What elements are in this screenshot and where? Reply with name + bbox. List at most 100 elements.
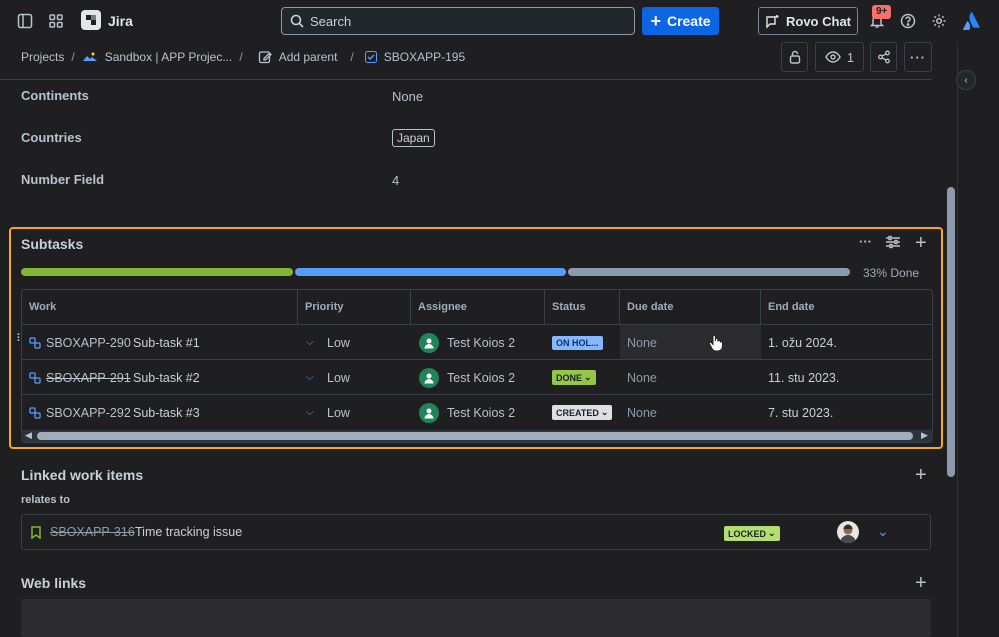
subtask-summary[interactable]: Sub-task #3 <box>133 395 200 430</box>
status-badge[interactable]: CREATED ⌄ <box>552 405 613 420</box>
rovo-chat-label: Rovo Chat <box>786 13 851 29</box>
subtask-summary[interactable]: Sub-task #2 <box>133 360 200 395</box>
assignee-cell[interactable]: Test Koios 2 <box>419 360 515 395</box>
subtask-priority[interactable]: Low <box>327 360 350 395</box>
project-avatar-icon <box>81 50 98 64</box>
status-badge[interactable]: DONE ⌄ <box>552 370 596 385</box>
subtask-key[interactable]: SBOXAPP-291 <box>46 360 131 395</box>
subtasks-more-icon[interactable]: ··· <box>859 234 872 249</box>
avatar <box>419 332 439 353</box>
field-label-number-field: Number Field <box>21 172 105 187</box>
field-value-continents[interactable]: None <box>392 89 423 104</box>
column-header-priority[interactable]: Priority <box>298 290 411 324</box>
drag-handle-icon[interactable]: ⠇ <box>16 334 24 345</box>
avatar <box>419 367 439 388</box>
due-date-cell[interactable]: None <box>620 325 761 360</box>
priority-low-icon: ⌵ <box>306 337 314 348</box>
settings-gear-icon[interactable] <box>927 9 951 33</box>
field-value-number-field[interactable]: 4 <box>392 173 399 188</box>
table-row[interactable]: SBOXAPP-291 Sub-task #2 ⌵ Low Test Koios… <box>22 359 932 395</box>
expand-chevron-down-icon[interactable]: ⌄ <box>877 523 889 540</box>
field-value-countries-tag[interactable]: Japan <box>392 129 435 147</box>
more-icon: ··· <box>910 49 926 65</box>
assignee-name: Test Koios 2 <box>447 370 516 385</box>
subtask-priority[interactable]: Low <box>327 395 350 430</box>
chat-sparkle-icon <box>766 14 779 29</box>
vertical-scrollbar[interactable] <box>945 42 957 637</box>
rovo-chat-button[interactable]: Rovo Chat <box>758 7 858 35</box>
subtask-priority[interactable]: Low <box>327 325 350 360</box>
vertical-scrollbar-thumb[interactable] <box>947 187 955 477</box>
share-button[interactable] <box>870 42 897 72</box>
linked-item-key[interactable]: SBOXAPP-316 <box>50 525 135 539</box>
status-cell[interactable]: ON HOL... <box>552 325 603 360</box>
breadcrumb-projects[interactable]: Projects <box>21 50 64 64</box>
add-parent-link[interactable]: Add parent <box>279 50 338 64</box>
app-name[interactable]: Jira <box>108 13 133 29</box>
status-badge[interactable]: LOCKED ⌄ <box>724 526 780 541</box>
breadcrumb: Projects / Sandbox | APP Projec... / Add… <box>21 50 465 64</box>
subtask-key[interactable]: SBOXAPP-290 <box>46 325 131 360</box>
assignee-cell[interactable]: Test Koios 2 <box>419 395 515 430</box>
progress-bar-todo <box>568 268 850 276</box>
web-links-box <box>21 599 931 637</box>
progress-bar-done <box>21 268 293 276</box>
due-date-value[interactable]: None <box>627 360 657 395</box>
linked-item-summary[interactable]: Time tracking issue <box>135 525 242 539</box>
subtasks-filter-icon[interactable] <box>885 235 901 252</box>
panel-collapse-chevron-icon[interactable]: ‹ <box>956 70 976 90</box>
subtask-type-icon <box>29 395 41 430</box>
create-button[interactable]: + Create <box>642 7 719 35</box>
atlassian-logo-icon[interactable] <box>962 11 982 31</box>
sidebar-toggle-icon[interactable] <box>13 9 37 33</box>
horizontal-scrollbar-thumb[interactable] <box>37 432 913 440</box>
status-cell[interactable]: CREATED ⌄ <box>552 395 613 430</box>
add-subtask-plus-icon[interactable]: + <box>915 233 927 253</box>
edit-parent-icon <box>258 50 272 64</box>
add-link-plus-icon[interactable]: + <box>915 465 927 485</box>
column-header-status[interactable]: Status <box>545 290 620 324</box>
breadcrumb-issue-key[interactable]: SBOXAPP-195 <box>384 50 465 64</box>
share-icon <box>877 50 890 64</box>
due-date-value[interactable]: None <box>627 395 657 430</box>
watch-button[interactable]: 1 <box>815 42 864 72</box>
subtask-summary[interactable]: Sub-task #1 <box>133 325 200 360</box>
jira-logo-icon[interactable] <box>81 10 101 30</box>
field-label-continents: Continents <box>21 88 89 103</box>
column-header-assignee[interactable]: Assignee <box>411 290 545 324</box>
column-header-due-date[interactable]: Due date <box>620 290 761 324</box>
subtask-type-icon <box>29 325 41 360</box>
subtask-key[interactable]: SBOXAPP-292 <box>46 395 131 430</box>
table-row[interactable]: SBOXAPP-292 Sub-task #3 ⌵ Low Test Koios… <box>22 394 932 430</box>
breadcrumb-project[interactable]: Sandbox | APP Projec... <box>105 50 233 64</box>
eye-icon <box>825 51 841 63</box>
app-switcher-icon[interactable] <box>44 9 68 33</box>
help-icon[interactable] <box>896 9 920 33</box>
end-date-value[interactable]: 1. ožu 2024. <box>768 325 837 360</box>
restrict-lock-button[interactable] <box>781 42 808 72</box>
search-input[interactable]: Search <box>281 7 635 35</box>
field-label-countries: Countries <box>21 130 82 145</box>
priority-low-icon: ⌵ <box>306 372 314 383</box>
column-header-work[interactable]: Work <box>22 290 298 324</box>
table-row[interactable]: SBOXAPP-290 Sub-task #1 ⌵ Low Test Koios… <box>22 324 932 360</box>
column-header-end-date[interactable]: End date <box>761 290 932 324</box>
linked-item-row[interactable]: SBOXAPP-316 Time tracking issue LOCKED ⌄… <box>21 514 931 550</box>
notifications-badge: 9+ <box>872 5 892 19</box>
end-date-value[interactable]: 11. stu 2023. <box>768 360 839 395</box>
add-web-link-plus-icon[interactable]: + <box>915 573 927 593</box>
breadcrumb-separator: / <box>239 50 243 64</box>
scroll-left-arrow-icon[interactable]: ◀ <box>25 430 32 441</box>
more-actions-button[interactable]: ··· <box>904 42 932 72</box>
horizontal-scrollbar[interactable]: ◀ ▶ <box>21 430 933 442</box>
hand-cursor-icon <box>708 334 724 355</box>
assignee-name: Test Koios 2 <box>447 405 516 420</box>
scroll-right-arrow-icon[interactable]: ▶ <box>921 430 928 441</box>
status-badge[interactable]: ON HOL... <box>552 335 603 350</box>
watch-count: 1 <box>846 49 855 65</box>
assignee-cell[interactable]: Test Koios 2 <box>419 325 515 360</box>
status-cell[interactable]: DONE ⌄ <box>552 360 596 395</box>
status-label: LOCKED <box>728 528 766 539</box>
due-date-value: None <box>627 335 657 350</box>
end-date-value[interactable]: 7. stu 2023. <box>768 395 833 430</box>
